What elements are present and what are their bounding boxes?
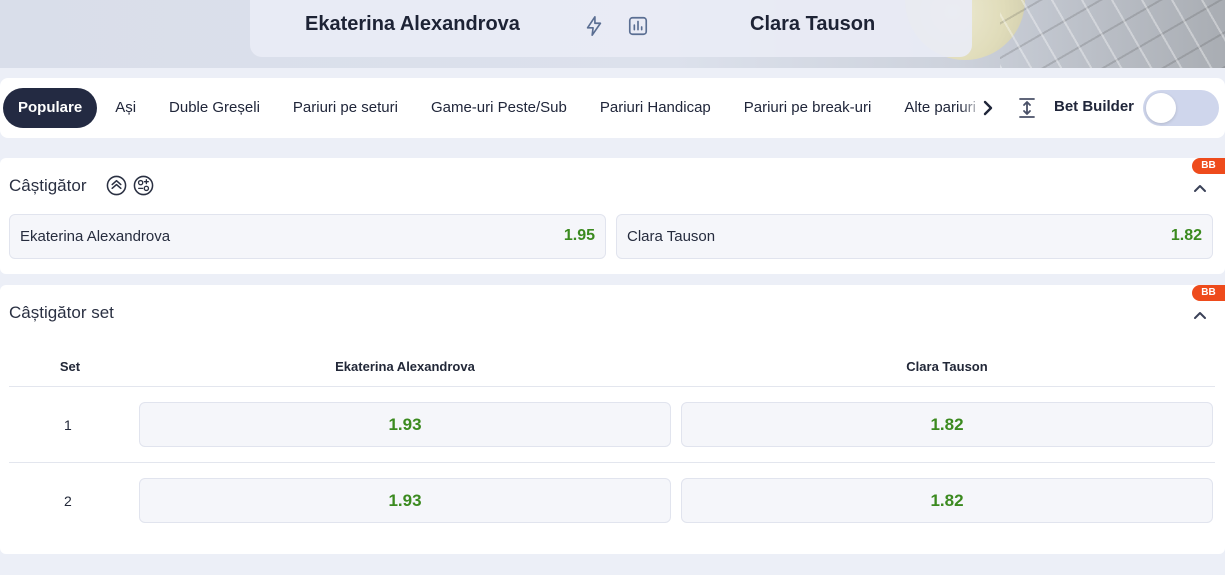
- column-header-home: Ekaterina Alexandrova: [335, 359, 475, 374]
- row-divider: [9, 462, 1215, 463]
- chevron-right-icon[interactable]: [978, 97, 998, 119]
- set-odds-button-home[interactable]: 1.93: [139, 402, 671, 447]
- tab-game-uri-peste-sub[interactable]: Game-uri Peste/Sub: [416, 88, 582, 128]
- match-card: Ekaterina Alexandrova Clara Tauson: [250, 0, 972, 57]
- market-winner: BB Câștigător Ekaterina Alexandrova 1.95…: [0, 158, 1225, 274]
- column-header-away: Clara Tauson: [906, 359, 988, 374]
- chevron-up-icon[interactable]: [1190, 305, 1210, 325]
- odds-button-home[interactable]: Ekaterina Alexandrova 1.95: [9, 214, 606, 259]
- away-team-name: Clara Tauson: [750, 13, 876, 35]
- lightning-icon[interactable]: [583, 15, 605, 37]
- bet-builder-toggle[interactable]: [1143, 90, 1219, 126]
- set-number: 2: [64, 493, 72, 509]
- tab-duble-greseli[interactable]: Duble Greșeli: [154, 88, 275, 128]
- tab-asi[interactable]: Ași: [100, 88, 151, 128]
- chevron-up-icon[interactable]: [1190, 178, 1210, 198]
- tennis-net-image: [1000, 0, 1225, 68]
- market-title: Câștigător: [9, 176, 87, 195]
- row-divider: [9, 386, 1215, 387]
- outcome-name: Ekaterina Alexandrova: [20, 228, 171, 245]
- stats-icon[interactable]: [627, 15, 649, 37]
- outcome-price: 1.95: [563, 227, 595, 244]
- outcome-price: 1.82: [1170, 227, 1202, 244]
- market-set-winner: BB Câștigător set Set Ekaterina Alexandr…: [0, 285, 1225, 554]
- column-header-set: Set: [59, 359, 81, 374]
- set-number: 1: [64, 417, 72, 433]
- tab-pariuri-pe-break-uri[interactable]: Pariuri pe break-uri: [729, 88, 887, 128]
- bet-builder-label: Bet Builder: [1054, 98, 1135, 115]
- market-title: Câștigător set: [9, 303, 114, 322]
- bet-builder-badge: BB: [1192, 158, 1225, 174]
- cashout-icon: [133, 175, 154, 196]
- tab-populare[interactable]: Populare: [3, 88, 98, 128]
- bet-builder-badge: BB: [1192, 285, 1225, 301]
- expand-all-icon[interactable]: [1016, 96, 1038, 120]
- market-tab-list: Populare Ași Duble Greșeli Pariuri pe setur…: [3, 88, 993, 128]
- market-title-icons: [106, 175, 156, 196]
- market-tabs-bar: Populare Ași Duble Greșeli Pariuri pe setur…: [0, 78, 1225, 138]
- outcome-name: Clara Tauson: [627, 228, 716, 245]
- odds-button-away[interactable]: Clara Tauson 1.82: [616, 214, 1213, 259]
- toggle-knob: [1146, 93, 1176, 123]
- home-team-name: Ekaterina Alexandrova: [305, 13, 520, 35]
- tab-pariuri-handicap[interactable]: Pariuri Handicap: [585, 88, 726, 128]
- set-odds-button-away[interactable]: 1.82: [681, 478, 1213, 523]
- set-odds-button-away[interactable]: 1.82: [681, 402, 1213, 447]
- boost-icon: [106, 175, 127, 196]
- set-odds-button-home[interactable]: 1.93: [139, 478, 671, 523]
- tab-pariuri-pe-seturi[interactable]: Pariuri pe seturi: [278, 88, 413, 128]
